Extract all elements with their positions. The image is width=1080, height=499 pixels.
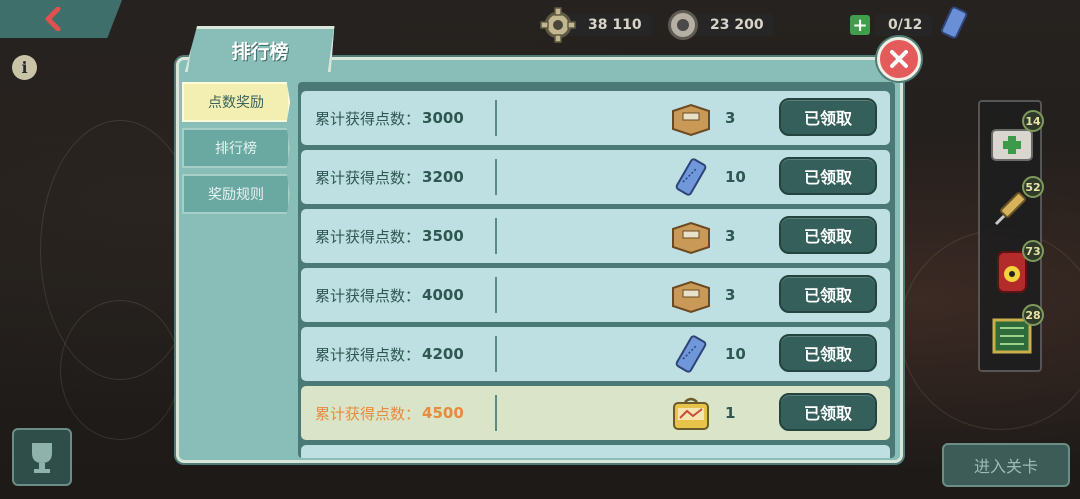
map-kit-item[interactable]: 28	[986, 304, 1044, 364]
reward-row: 累计获得点数： 3500 3 已领取	[301, 209, 890, 263]
lunchbox-icon	[673, 397, 709, 430]
ticket-icon	[675, 158, 707, 196]
reward-points: 3000	[422, 109, 464, 127]
claimed-button[interactable]: 已领取	[779, 393, 877, 431]
reward-label: 累计获得点数： 3200	[315, 168, 464, 187]
gear-resource: 38 110	[540, 7, 652, 43]
caps-resource: 23 200	[668, 10, 774, 40]
trophy-button[interactable]	[12, 428, 72, 486]
reward-row: 累计获得点数： 3000 3 已领取	[301, 91, 890, 145]
reward-label: 累计获得点数： 3000	[315, 109, 464, 128]
crate-icon	[672, 103, 710, 137]
bottle-cap-icon	[668, 10, 698, 40]
tab-reward-rules[interactable]: 奖励规则	[182, 174, 290, 214]
radaway-count: 73	[1022, 240, 1044, 262]
row-divider	[495, 218, 497, 254]
consumables-bar: 14 52 73 28	[978, 100, 1044, 372]
claimed-button[interactable]: 已领取	[779, 334, 877, 372]
row-divider	[495, 277, 497, 313]
enter-level-button[interactable]: 进入关卡	[942, 443, 1070, 487]
close-button[interactable]	[877, 37, 921, 81]
reward-count: 1	[725, 404, 736, 422]
reward-points: 4000	[422, 286, 464, 304]
radaway-item[interactable]: 73	[986, 240, 1044, 300]
reward-row: 累计获得点数： 4200 10 已领取	[301, 327, 890, 381]
reward-label: 累计获得点数： 4200	[315, 345, 464, 364]
row-divider	[495, 159, 497, 195]
medkit-item[interactable]: 14	[986, 110, 1044, 170]
claimed-button[interactable]: 已领取	[779, 157, 877, 195]
reward-row: 累计获得点数： 4500 1 已领取	[301, 386, 890, 440]
reward-points: 4500	[422, 404, 464, 422]
slots-resource[interactable]: + 0/12	[850, 10, 933, 40]
panel-tabs: 点数奖励 排行榜 奖励规则	[182, 82, 292, 220]
claimed-button[interactable]: 已领取	[779, 275, 877, 313]
claimed-button[interactable]: 已领取	[779, 98, 877, 136]
row-divider	[495, 100, 497, 136]
syringe-item[interactable]: 52	[986, 176, 1044, 236]
tab-ranking[interactable]: 排行榜	[182, 128, 290, 168]
reward-row: 累计获得点数： 4000 3 已领取	[301, 268, 890, 322]
plus-icon[interactable]: +	[850, 15, 870, 36]
crate-icon	[672, 221, 710, 255]
gear-icon	[540, 7, 576, 43]
reward-count: 10	[725, 168, 746, 186]
reward-points: 3500	[422, 227, 464, 245]
map-kit-count: 28	[1022, 304, 1044, 326]
reward-label: 累计获得点数： 4500	[315, 404, 464, 423]
ticket-icon	[675, 335, 707, 373]
reward-row	[301, 445, 890, 458]
panel-title: 排行榜	[231, 40, 289, 63]
reward-count: 3	[725, 286, 736, 304]
close-icon	[890, 50, 908, 68]
gear-amount: 38 110	[588, 17, 642, 33]
medkit-count: 14	[1022, 110, 1044, 132]
row-divider	[495, 336, 497, 372]
info-icon[interactable]: i	[12, 55, 37, 80]
reward-count: 3	[725, 227, 736, 245]
back-button[interactable]	[0, 0, 122, 38]
reward-points: 3200	[422, 168, 464, 186]
reward-points: 4200	[422, 345, 464, 363]
trophy-icon	[32, 443, 52, 473]
caps-amount: 23 200	[710, 17, 764, 33]
reward-row: 累计获得点数： 3200 10 已领取	[301, 150, 890, 204]
claimed-button[interactable]: 已领取	[779, 216, 877, 254]
reward-list[interactable]: 累计获得点数： 3000 3 已领取 累计获得点数： 3200 10 已领取 累计获…	[298, 82, 895, 458]
reward-label: 累计获得点数： 3500	[315, 227, 464, 246]
tab-points-reward[interactable]: 点数奖励	[182, 82, 290, 122]
slots-amount: 0/12	[888, 17, 923, 33]
reward-label: 累计获得点数： 4000	[315, 286, 464, 305]
row-divider	[495, 395, 497, 431]
reward-count: 10	[725, 345, 746, 363]
crate-icon	[672, 280, 710, 314]
ticket-icon	[940, 6, 968, 39]
syringe-count: 52	[1022, 176, 1044, 198]
reward-count: 3	[725, 109, 736, 127]
back-arrow-icon	[45, 7, 61, 31]
